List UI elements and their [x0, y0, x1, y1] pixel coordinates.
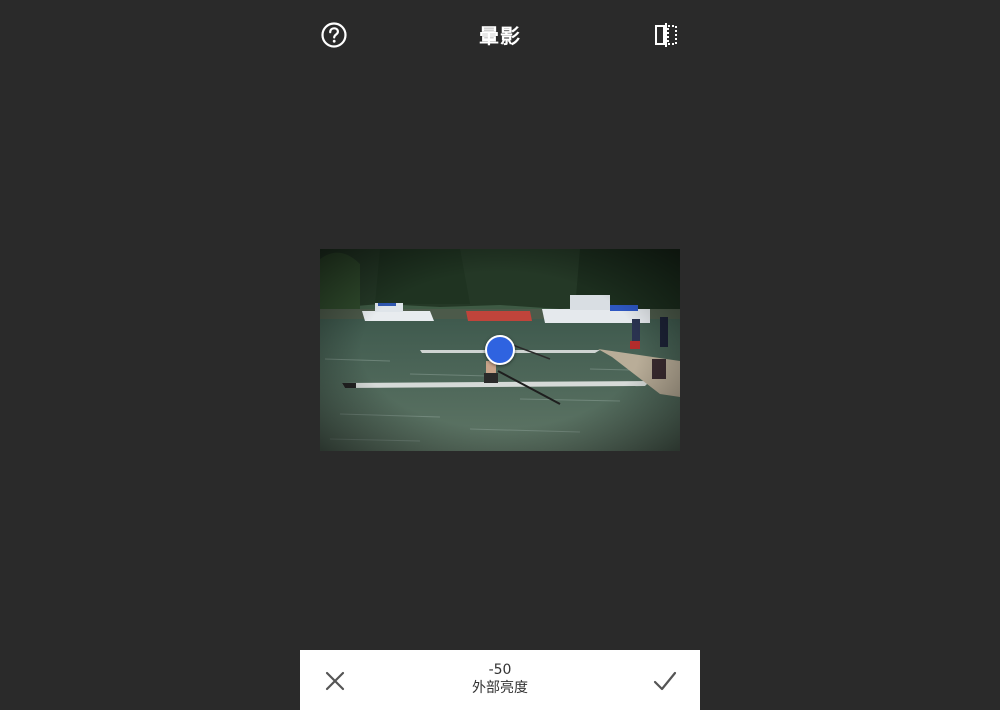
compare-icon[interactable]: [648, 17, 684, 53]
bottom-toolbar: -50 外部亮度: [300, 650, 700, 710]
parameter-label: 外部亮度: [472, 680, 528, 696]
top-toolbar: 暈影: [300, 0, 700, 70]
close-icon[interactable]: [322, 668, 348, 694]
parameter-readout[interactable]: -50 外部亮度: [400, 661, 600, 697]
vignette-center-handle[interactable]: [485, 335, 515, 365]
check-icon[interactable]: [652, 668, 678, 694]
tool-title: 暈影: [479, 24, 521, 48]
parameter-value: -50: [488, 662, 512, 678]
